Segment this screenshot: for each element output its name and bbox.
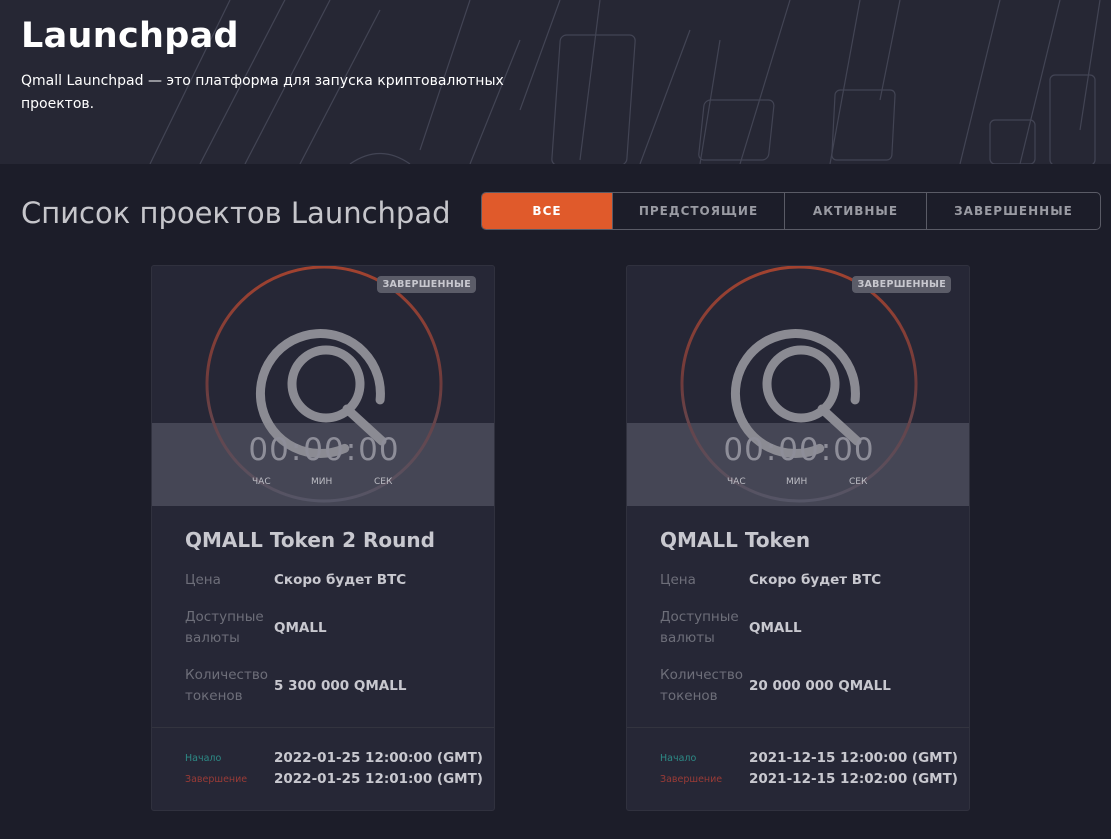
start-label: Начало [660, 753, 697, 764]
timer-seconds: 00 [833, 432, 875, 468]
page-title: Launchpad [21, 16, 239, 56]
token-amount-label: Количество токенов [660, 667, 744, 704]
timer-minutes-label: МИН [311, 477, 333, 487]
countdown-ring [680, 266, 918, 503]
currencies-value: QMALL [749, 620, 802, 636]
end-label: Завершение [185, 774, 248, 785]
hero-banner: Launchpad Qmall Launchpad — это платформ… [0, 0, 1111, 164]
project-card-header: ЗАВЕРШЕННЫЕ 00:00:00 ЧАС МИН СЕК [152, 266, 494, 506]
project-card-header: ЗАВЕРШЕННЫЕ 00:00:00 ЧАС МИН СЕК [627, 266, 969, 506]
tab-upcoming[interactable]: ПРЕДСТОЯЩИЕ [612, 193, 784, 229]
countdown-timer: 00:00:00 [723, 432, 875, 468]
price-value: Скоро будет BTC [274, 572, 407, 588]
tab-active[interactable]: АКТИВНЫЕ [784, 193, 926, 229]
currencies-label: Доступные валюты [185, 609, 264, 646]
section-title: Список проектов Launchpad [21, 196, 451, 230]
project-name[interactable]: QMALL Token 2 Round [185, 528, 435, 552]
currencies-label: Доступные валюты [660, 609, 739, 646]
price-label: Цена [660, 572, 696, 588]
project-filter-tabs: ВСЕ ПРЕДСТОЯЩИЕ АКТИВНЫЕ ЗАВЕРШЕННЫЕ [481, 192, 1101, 230]
timer-minutes: 00 [778, 432, 820, 468]
timer-hours: 00 [723, 432, 765, 468]
timer-seconds-label: СЕК [849, 477, 868, 487]
start-date: 2021-12-15 12:00:00 (GMT) [749, 750, 958, 766]
timer-hours: 00 [248, 432, 290, 468]
timer-minutes-label: МИН [786, 477, 808, 487]
price-label: Цена [185, 572, 221, 588]
card-divider [627, 727, 969, 728]
timer-minutes: 00 [303, 432, 345, 468]
end-label: Завершение [660, 774, 723, 785]
countdown-timer: 00:00:00 [248, 432, 400, 468]
token-amount-value: 20 000 000 QMALL [749, 678, 891, 694]
start-date: 2022-01-25 12:00:00 (GMT) [274, 750, 483, 766]
tab-all[interactable]: ВСЕ [482, 193, 612, 229]
tab-completed[interactable]: ЗАВЕРШЕННЫЕ [926, 193, 1100, 229]
timer-seconds: 00 [358, 432, 400, 468]
timer-seconds-label: СЕК [374, 477, 393, 487]
countdown-ring [205, 266, 443, 503]
project-card[interactable]: ЗАВЕРШЕННЫЕ 00:00:00 ЧАС МИН СЕК QMALL T… [151, 265, 495, 811]
project-card[interactable]: ЗАВЕРШЕННЫЕ 00:00:00 ЧАС МИН СЕК QMALL T… [626, 265, 970, 811]
status-badge: ЗАВЕРШЕННЫЕ [377, 276, 476, 293]
token-amount-value: 5 300 000 QMALL [274, 678, 407, 694]
end-date: 2021-12-15 12:02:00 (GMT) [749, 771, 958, 787]
price-value: Скоро будет BTC [749, 572, 882, 588]
project-name[interactable]: QMALL Token [660, 528, 810, 552]
page-subtitle: Qmall Launchpad — это платформа для запу… [21, 73, 504, 112]
timer-hours-label: ЧАС [727, 477, 746, 487]
timer-hours-label: ЧАС [252, 477, 271, 487]
start-label: Начало [185, 753, 222, 764]
token-amount-label: Количество токенов [185, 667, 269, 704]
card-divider [152, 727, 494, 728]
currencies-value: QMALL [274, 620, 327, 636]
status-badge: ЗАВЕРШЕННЫЕ [852, 276, 951, 293]
end-date: 2022-01-25 12:01:00 (GMT) [274, 771, 483, 787]
